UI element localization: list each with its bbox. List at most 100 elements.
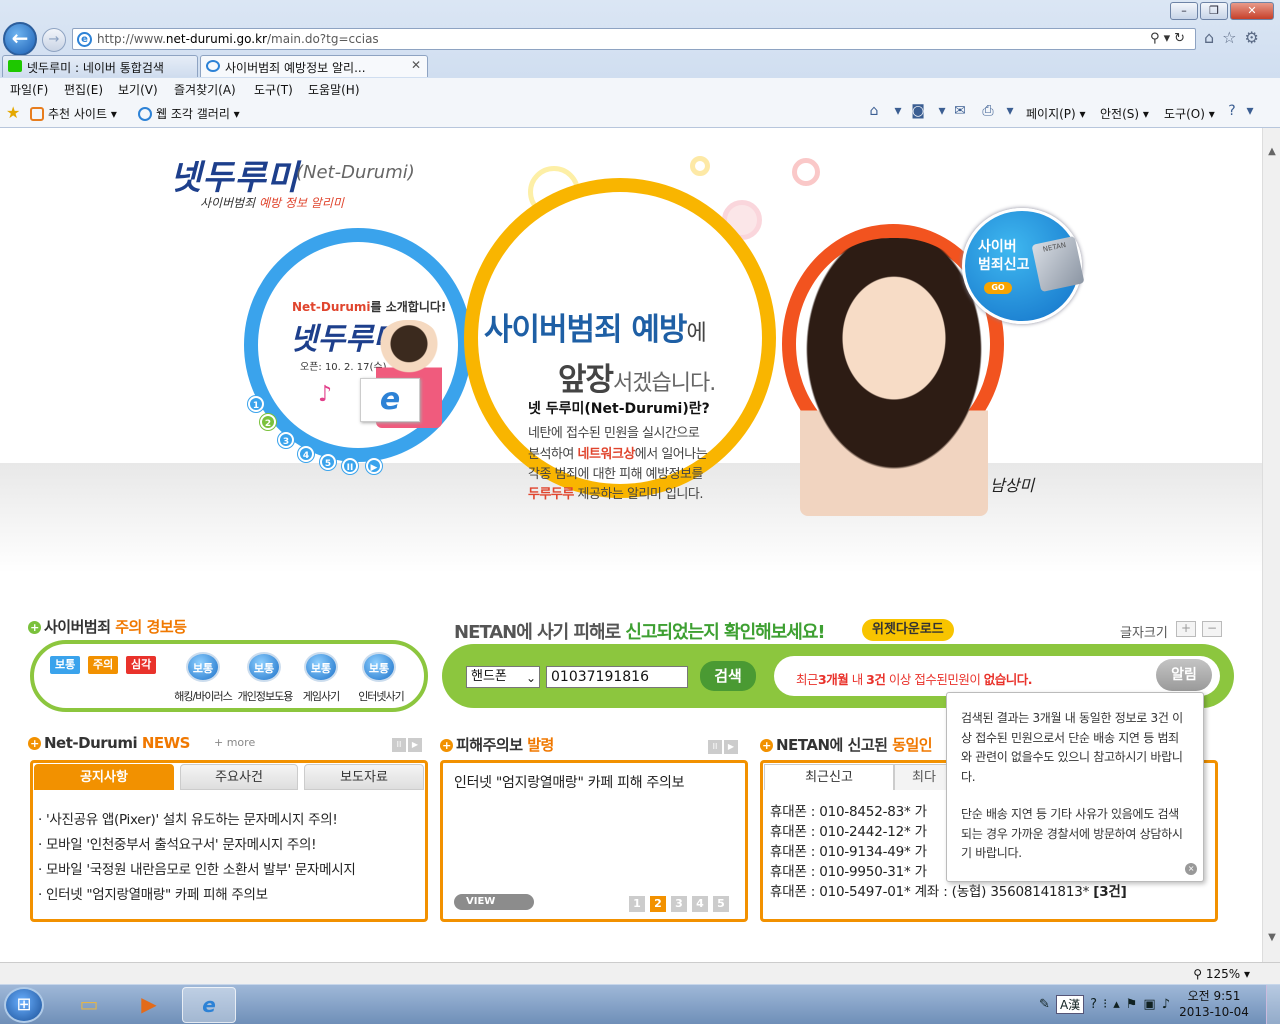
alert-internet-label[interactable]: 인터넷사기 xyxy=(354,688,408,704)
home-icon[interactable]: ⌂ xyxy=(866,103,882,119)
tab-most-reports[interactable]: 최다 xyxy=(894,764,954,790)
news-item[interactable]: · 인터넷 "엄지랑열매랑" 카페 피해 주의보 xyxy=(38,883,402,903)
help-icon[interactable]: ? xyxy=(1090,997,1097,1012)
font-increase-button[interactable]: + xyxy=(1176,621,1196,637)
alert-hacking-label[interactable]: 해킹/바이러스 xyxy=(170,688,236,704)
safety-menu[interactable]: 안전(S) ▾ xyxy=(1100,105,1149,122)
explorer-icon[interactable]: ▭ xyxy=(62,987,116,1023)
alert-game-status[interactable]: 보통 xyxy=(304,652,338,682)
favorites-star-icon[interactable]: ☆ xyxy=(1222,28,1236,47)
next-icon[interactable]: ▶ xyxy=(408,738,422,752)
menu-help[interactable]: 도움말(H) xyxy=(308,81,360,98)
page-4[interactable]: 4 xyxy=(692,896,708,912)
slide-dot-2[interactable]: 2 xyxy=(260,414,276,430)
refresh-icon[interactable]: ↻ xyxy=(1174,31,1189,46)
search-button[interactable]: 검색 xyxy=(700,661,756,691)
record-line[interactable]: 휴대폰 : 010-2442-12* 가 xyxy=(770,820,927,840)
language-bar-icon[interactable]: ✎ xyxy=(1039,997,1050,1012)
view-button[interactable]: VIEW xyxy=(454,894,534,910)
suggested-sites-link[interactable]: 추천 사이트 ▾ xyxy=(30,105,117,122)
tools-menu[interactable]: 도구(O) ▾ xyxy=(1164,105,1215,122)
close-icon[interactable]: × xyxy=(1185,863,1197,875)
pause-button[interactable]: II xyxy=(342,458,358,474)
media-player-icon[interactable]: ▶ xyxy=(122,987,176,1023)
favorites-star-icon[interactable]: ★ xyxy=(6,103,20,122)
alert-internet-status[interactable]: 보통 xyxy=(362,652,396,682)
menu-tools[interactable]: 도구(T) xyxy=(254,81,293,98)
rss-icon[interactable]: ◙ xyxy=(910,103,926,119)
scroll-down-icon[interactable]: ▼ xyxy=(1266,932,1278,944)
close-tab-icon[interactable]: ✕ xyxy=(411,58,421,72)
forward-button[interactable]: → xyxy=(42,28,66,52)
print-icon[interactable]: ⎙ xyxy=(980,103,996,119)
page-1[interactable]: 1 xyxy=(629,896,645,912)
address-tools[interactable]: ⚲▾↻ xyxy=(1150,31,1189,46)
dropdown-icon[interactable]: ▾ xyxy=(1242,103,1258,119)
search-icon[interactable]: ⚲ xyxy=(1150,31,1164,46)
news-item[interactable]: · '사진공유 앱(Pixer)' 설치 유도하는 문자메시지 주의! xyxy=(38,808,402,828)
page-5[interactable]: 5 xyxy=(713,896,729,912)
tab-press[interactable]: 보도자료 xyxy=(304,764,424,790)
news-item[interactable]: · 모바일 '인천중부서 출석요구서' 문자메시지 주의! xyxy=(38,833,402,853)
font-decrease-button[interactable]: − xyxy=(1202,621,1222,637)
start-button[interactable]: ⊞ xyxy=(4,987,44,1023)
record-line[interactable]: 휴대폰 : 010-8452-83* 가 xyxy=(770,800,927,820)
dropdown-icon[interactable]: ▾ xyxy=(1002,103,1018,119)
warning-text[interactable]: 인터넷 "엄지랑열매랑" 카페 피해 주의보 xyxy=(454,772,684,792)
tab-major-cases[interactable]: 주요사건 xyxy=(180,764,298,790)
dropdown-icon[interactable]: ▾ xyxy=(890,103,906,119)
mail-icon[interactable]: ✉ xyxy=(952,103,968,119)
slide-dot-3[interactable]: 3 xyxy=(278,432,294,448)
zoom-control[interactable]: ⚲ 125% ▾ xyxy=(1193,967,1250,981)
help-icon[interactable]: ? xyxy=(1224,103,1240,119)
next-icon[interactable]: ▶ xyxy=(724,740,738,754)
pause-icon[interactable]: II xyxy=(392,738,406,752)
notice-button[interactable]: 알림 xyxy=(1156,659,1212,691)
web-slice-gallery-link[interactable]: 웹 조각 갤러리 ▾ xyxy=(138,105,240,122)
page-3[interactable]: 3 xyxy=(671,896,687,912)
internet-explorer-icon[interactable]: e xyxy=(182,987,236,1023)
menu-edit[interactable]: 편집(E) xyxy=(64,81,103,98)
pause-icon[interactable]: II xyxy=(708,740,722,754)
tab-notices[interactable]: 공지사항 xyxy=(34,764,174,790)
page-2[interactable]: 2 xyxy=(650,896,666,912)
alert-hacking-status[interactable]: 보통 xyxy=(186,652,220,682)
show-desktop-button[interactable] xyxy=(1266,985,1280,1024)
menu-favorites[interactable]: 즐겨찾기(A) xyxy=(174,81,236,98)
menu-view[interactable]: 보기(V) xyxy=(118,81,158,98)
report-go-button[interactable]: GO xyxy=(984,282,1012,294)
page-menu[interactable]: 페이지(P) ▾ xyxy=(1026,105,1086,122)
url-text[interactable]: http://www.net-durumi.go.kr/main.do?tg=c… xyxy=(97,32,379,46)
alert-identity-status[interactable]: 보통 xyxy=(247,652,281,682)
cyber-report-label[interactable]: 사이버 범죄신고 xyxy=(978,238,1030,274)
news-item[interactable]: · 모바일 '국정원 내란음모로 인한 소환서 발부' 문자메시지 xyxy=(38,858,402,878)
minimize-button[interactable]: – xyxy=(1170,2,1198,20)
slide-dot-1[interactable]: 1 xyxy=(248,396,264,412)
home-icon[interactable]: ⌂ xyxy=(1204,28,1214,47)
address-bar[interactable]: e http://www.net-durumi.go.kr/main.do?tg… xyxy=(72,28,1196,50)
clock[interactable]: 오전 9:51 2013-10-04 xyxy=(1174,988,1254,1020)
search-type-select[interactable]: 핸드폰 ⌄ xyxy=(466,666,540,688)
record-line[interactable]: 휴대폰 : 010-5497-01* 계좌 : (농협) 35608141813… xyxy=(770,880,1127,900)
tab-recent-reports[interactable]: 최근신고 xyxy=(764,764,894,790)
dropdown-icon[interactable]: ▾ xyxy=(1164,31,1175,46)
alert-identity-label[interactable]: 개인정보도용 xyxy=(234,688,296,704)
record-line[interactable]: 휴대폰 : 010-9134-49* 가 xyxy=(770,840,927,860)
slide-dot-5[interactable]: 5 xyxy=(320,454,336,470)
options-icon[interactable]: ⁝ xyxy=(1103,997,1107,1012)
menu-file[interactable]: 파일(F) xyxy=(10,81,48,98)
ime-indicator[interactable]: A漢 xyxy=(1055,994,1085,1014)
phone-number-input[interactable]: 01037191816 xyxy=(546,666,688,688)
site-logo[interactable]: 넷두루미 xyxy=(170,150,299,199)
slide-dot-4[interactable]: 4 xyxy=(298,446,314,462)
network-icon[interactable]: ▣ xyxy=(1143,997,1155,1012)
volume-icon[interactable]: ♪ xyxy=(1162,997,1170,1012)
widget-download-button[interactable]: 위젯다운로드 xyxy=(862,619,954,641)
back-button[interactable]: ← xyxy=(3,22,37,56)
news-more-link[interactable]: + more xyxy=(214,736,255,749)
alert-game-label[interactable]: 게임사기 xyxy=(298,688,344,704)
dropdown-icon[interactable]: ▾ xyxy=(934,103,950,119)
tab-net-durumi[interactable]: 사이버범죄 예방정보 알리... ✕ xyxy=(200,55,428,77)
restore-button[interactable]: ❐ xyxy=(1200,2,1228,20)
gear-icon[interactable]: ⚙ xyxy=(1245,28,1259,47)
